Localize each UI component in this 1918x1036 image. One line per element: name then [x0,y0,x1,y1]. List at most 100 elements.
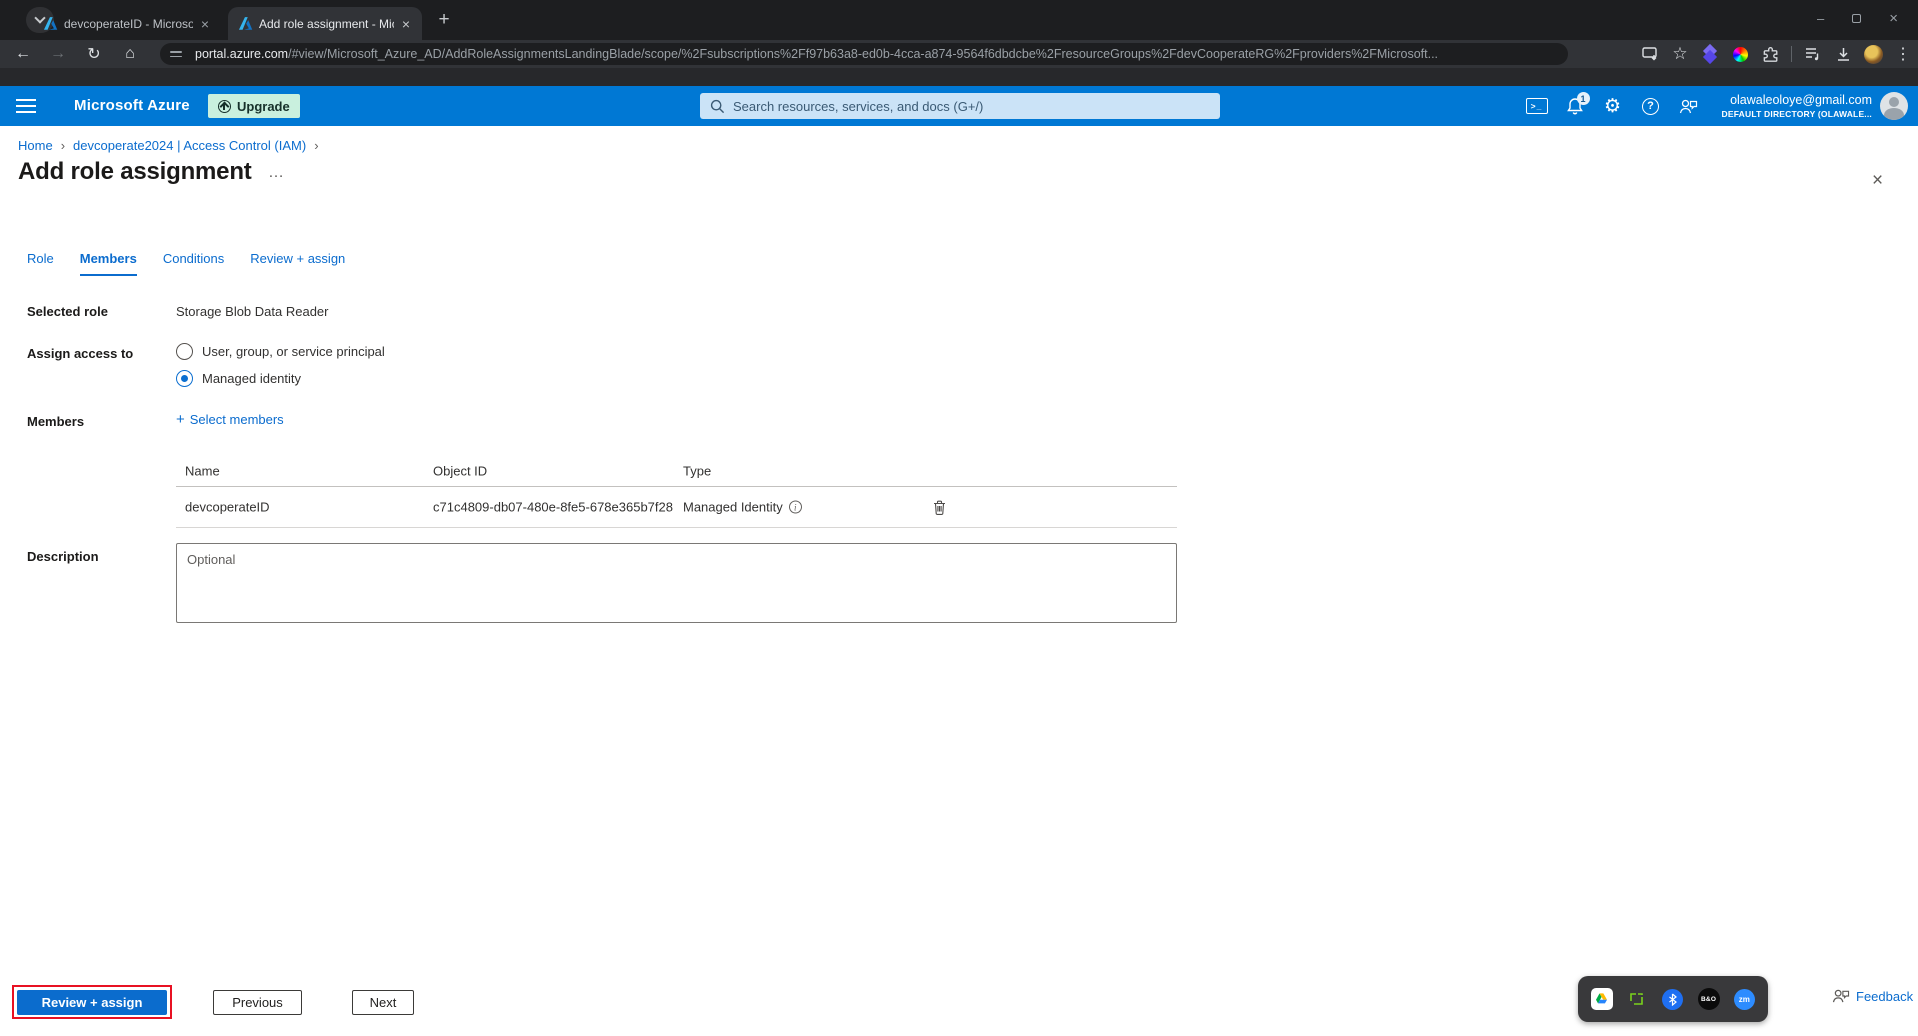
bluetooth-icon[interactable] [1661,987,1685,1011]
tab-members[interactable]: Members [79,251,137,276]
extension-colorwheel-icon[interactable] [1725,40,1755,68]
send-to-device-icon[interactable] [1635,40,1665,68]
select-members-text: Select members [189,412,284,427]
bookmarks-strip [0,68,1918,86]
terminal-icon: >_ [1525,98,1548,114]
radio-unselected-icon[interactable] [176,343,193,360]
col-header-type: Type [683,463,712,478]
back-button[interactable]: ← [10,40,36,68]
upgrade-button[interactable]: Upgrade [208,94,300,118]
selected-role-value: Storage Blob Data Reader [176,304,329,319]
portal-menu-button[interactable] [16,99,36,117]
table-row: devcoperateID c71c4809-db07-480e-8fe5-67… [176,487,1177,528]
site-settings-icon[interactable] [170,50,186,58]
tab-review-assign[interactable]: Review + assign [250,251,345,276]
tab-close-icon[interactable]: × [199,16,211,32]
window-controls: – × [1817,0,1910,36]
new-tab-button[interactable]: + [432,9,456,31]
member-name: devcoperateID [185,499,270,515]
media-queue-icon[interactable] [1798,40,1828,68]
plus-icon: + [176,411,185,428]
restore-button[interactable] [1852,11,1862,26]
drive-badge [1590,988,1613,1010]
url-path: /#view/Microsoft_Azure_AD/AddRoleAssignm… [288,47,1439,61]
feedback-link[interactable]: Feedback [1832,988,1913,1004]
upgrade-label: Upgrade [237,98,290,114]
feedback-button[interactable] [1670,86,1708,126]
breadcrumb-parent-link[interactable]: devcoperate2024 | Access Control (IAM) [73,138,306,153]
global-search[interactable] [700,93,1220,119]
breadcrumb-home-link[interactable]: Home [18,138,53,153]
previous-button[interactable]: Previous [213,990,302,1015]
search-input[interactable] [733,98,1210,114]
browser-tab-add-role-assignment[interactable]: Add role assignment - Microsof × [228,7,422,40]
bookmark-star-icon[interactable]: ☆ [1665,40,1695,68]
toolbar-divider [1791,46,1792,62]
google-drive-icon[interactable] [1590,987,1614,1011]
tab-close-icon[interactable]: × [400,16,412,32]
browser-tab-devcoperateid[interactable]: devcoperateID - Microsoft Azur × [33,7,221,40]
blade-context-menu-icon[interactable]: … [268,164,285,182]
delete-member-button[interactable] [928,496,950,518]
search-icon [710,99,725,113]
extension-purple-icon[interactable] [1695,40,1725,68]
feedback-person-icon [1832,989,1850,1003]
blade-content: Home › devcoperate2024 | Access Control … [0,126,1918,1036]
help-icon: ? [1642,97,1660,115]
trash-icon [933,500,945,515]
close-window-button[interactable]: × [1889,10,1898,27]
description-label: Description [27,549,99,564]
minimize-button[interactable]: – [1817,11,1824,26]
radio-option-managed-identity[interactable]: Managed identity [176,370,301,387]
azure-header: Microsoft Azure Upgrade >_ 1 ⚙ ? olawale… [0,86,1918,126]
portal-header-right: >_ 1 ⚙ ? olawaleoloye@gmail.com DEFAULT … [1518,86,1918,126]
members-table: Name Object ID Type devcoperateID c71c48… [176,455,1177,528]
downloads-icon[interactable] [1828,40,1858,68]
member-object-id: c71c4809-db07-480e-8fe5-678e365b7f28 [433,499,673,515]
info-icon[interactable]: i [788,500,802,514]
avatar [1863,44,1883,64]
forward-button[interactable]: → [45,40,71,68]
bang-olufsen-icon[interactable]: B&O [1697,987,1721,1011]
browser-menu-icon[interactable]: ⋮ [1888,40,1918,68]
tab-role[interactable]: Role [27,251,54,276]
page-title: Add role assignment [18,158,252,185]
settings-button[interactable]: ⚙ [1594,86,1632,126]
tab-conditions[interactable]: Conditions [163,251,224,276]
select-members-link[interactable]: + Select members [176,412,284,427]
blade-close-icon[interactable]: × [1872,170,1883,192]
description-input[interactable] [176,543,1177,623]
profile-avatar[interactable] [1858,40,1888,68]
url-host: portal.azure.com [195,47,289,61]
purple-layers-icon [1702,43,1718,65]
reload-button[interactable]: ↻ [81,40,107,68]
notifications-button[interactable]: 1 [1556,86,1594,126]
zoom-app-icon[interactable]: zm [1732,987,1756,1011]
bo-badge: B&O [1697,988,1720,1010]
tab-title: devcoperateID - Microsoft Azur [64,16,193,31]
bluetooth-badge [1662,988,1684,1010]
tab-title: Add role assignment - Microsof [259,16,394,31]
col-header-name: Name [185,463,220,478]
capture-tool-icon[interactable] [1625,987,1649,1011]
cloud-shell-button[interactable]: >_ [1518,86,1556,126]
url-bar[interactable]: portal.azure.com/#view/Microsoft_Azure_A… [160,43,1568,65]
next-button[interactable]: Next [352,990,414,1015]
breadcrumb-separator: › [60,138,66,153]
member-type: Managed Identity [683,499,783,515]
help-button[interactable]: ? [1632,86,1670,126]
brand-title[interactable]: Microsoft Azure [74,97,190,114]
extensions-puzzle-icon[interactable] [1755,40,1785,68]
breadcrumb: Home › devcoperate2024 | Access Control … [18,138,319,153]
radio-option-user-group[interactable]: User, group, or service principal [176,343,385,360]
color-wheel-icon [1732,46,1748,62]
account-info[interactable]: olawaleoloye@gmail.com DEFAULT DIRECTORY… [1722,93,1872,119]
home-button[interactable]: ⌂ [117,40,143,68]
browser-tab-bar: devcoperateID - Microsoft Azur × Add rol… [0,0,1918,40]
feedback-person-icon [1679,99,1698,113]
account-avatar[interactable] [1880,92,1908,120]
assign-access-label: Assign access to [27,346,134,361]
radio-label: Managed identity [202,371,302,386]
review-assign-button[interactable]: Review + assign [17,990,167,1015]
radio-selected-icon[interactable] [176,370,193,387]
